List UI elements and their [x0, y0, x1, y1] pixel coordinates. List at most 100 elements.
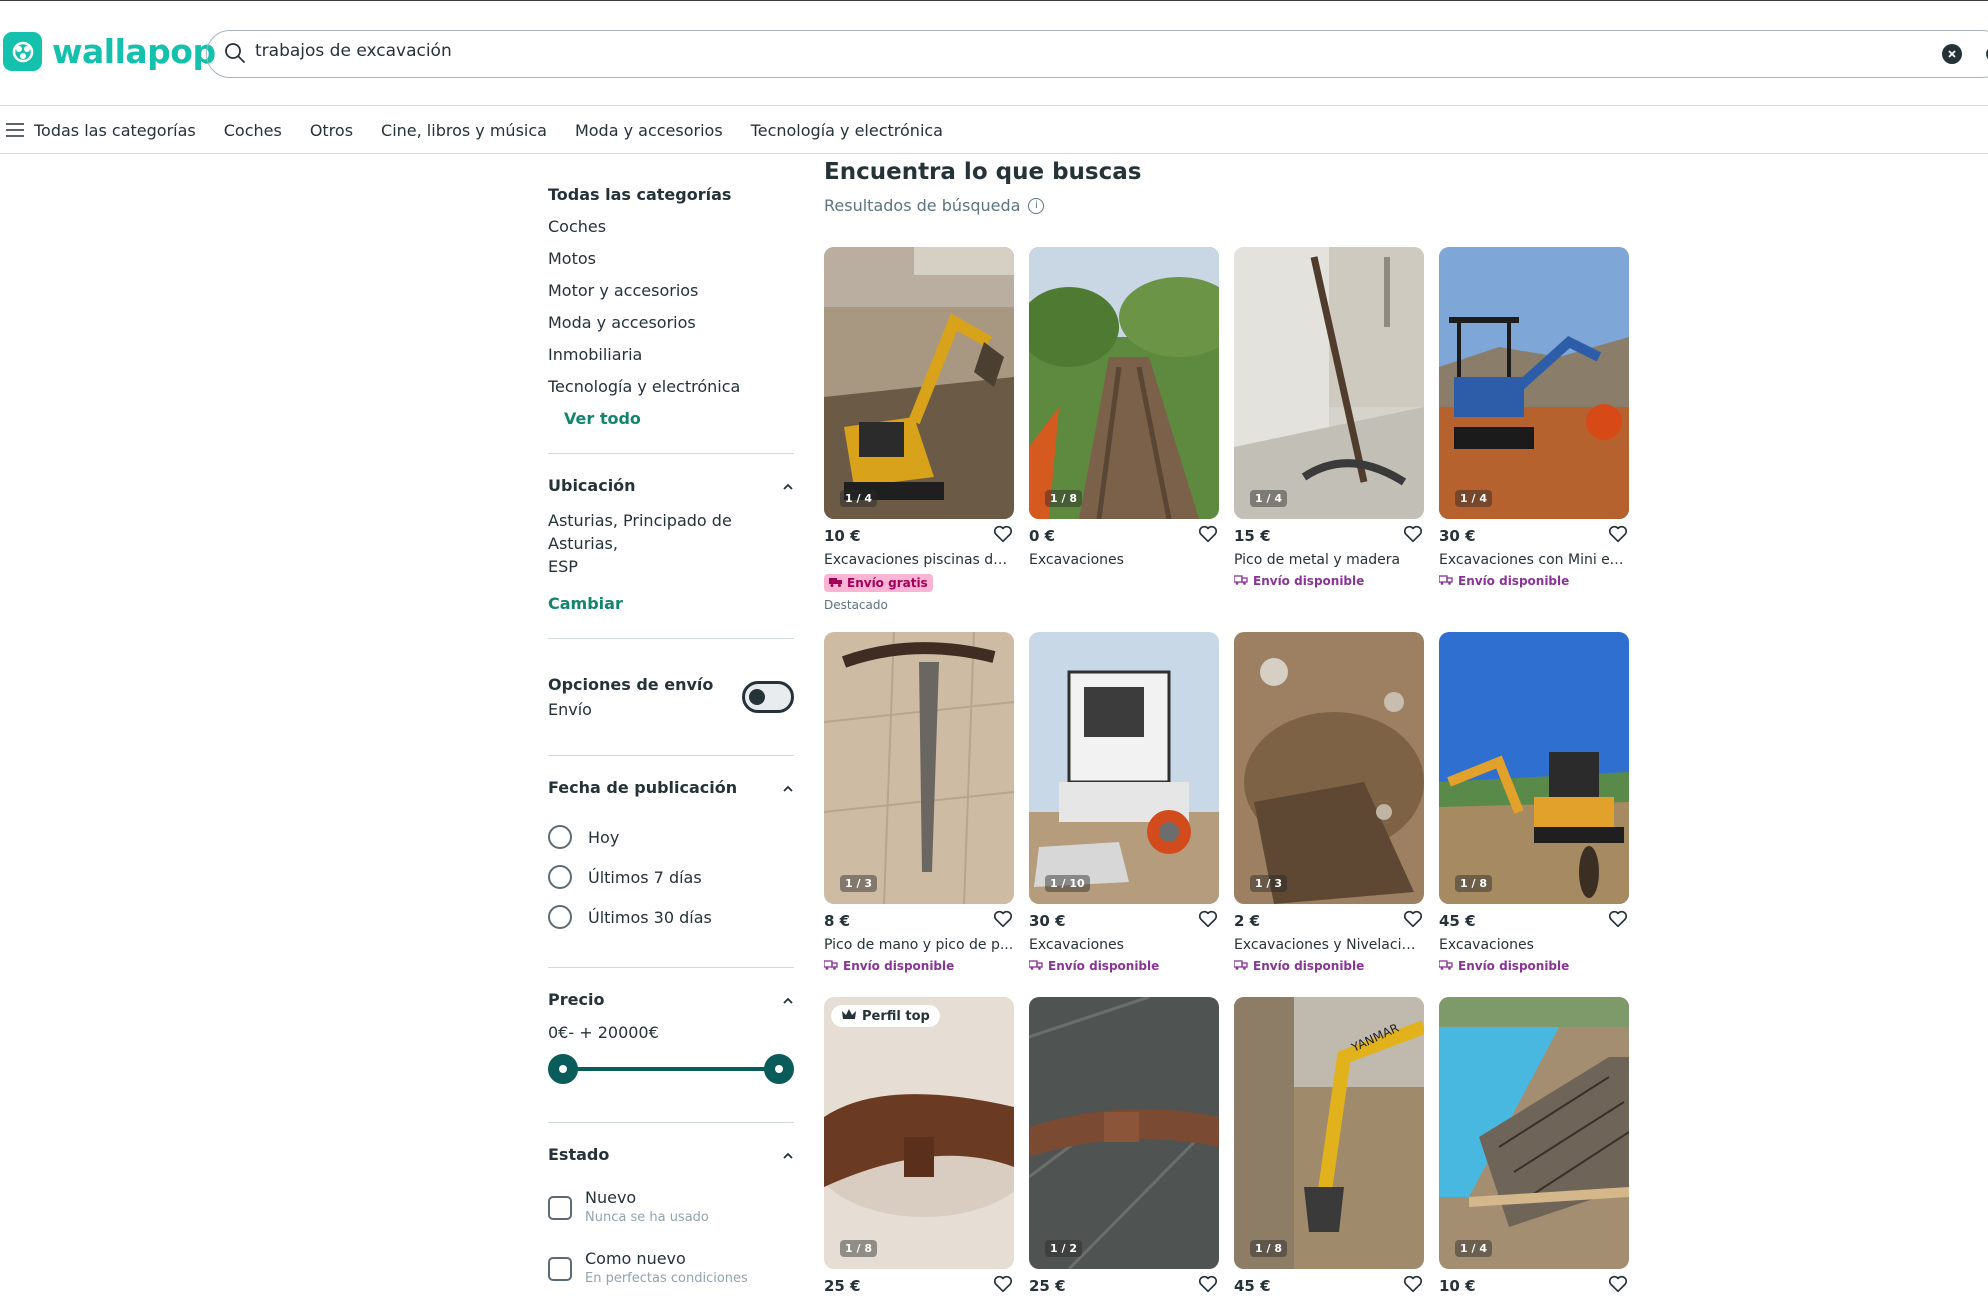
catbar-item-others[interactable]: Otros	[310, 121, 353, 140]
listing-card[interactable]: 1 / 8 0 € Excavaciones	[1029, 247, 1219, 568]
listing-title: Excavaciones piscinas der...	[824, 552, 1014, 568]
logo[interactable]: wallapop	[3, 32, 216, 71]
sidebar-item-real-estate[interactable]: Inmobiliaria	[548, 345, 794, 367]
page-title: Encuentra lo que buscas	[824, 159, 1142, 185]
search-input[interactable]	[255, 41, 1655, 61]
listing-image[interactable]: 1 / 10	[1029, 632, 1219, 904]
catbar-item-cars[interactable]: Coches	[224, 121, 282, 140]
listing-image[interactable]: Perfil top 1 / 8	[824, 997, 1014, 1269]
favorite-heart-icon[interactable]	[1197, 908, 1219, 934]
listing-card[interactable]: YANMAR 1 / 8 45 €	[1234, 997, 1424, 1297]
listing-price: 45 €	[1234, 1277, 1271, 1295]
date-option-30-days[interactable]: Últimos 30 días	[548, 897, 794, 937]
listing-image[interactable]: 1 / 3	[824, 632, 1014, 904]
clear-search-icon[interactable]	[1942, 44, 1962, 64]
top-profile-badge: Perfil top	[831, 1005, 940, 1027]
menu-icon[interactable]	[6, 123, 24, 137]
info-icon[interactable]: i	[1028, 197, 1045, 214]
shipping-toggle[interactable]	[742, 681, 794, 713]
listing-card[interactable]: 1 / 4 15 € Pico de metal y madera Envío …	[1233, 247, 1424, 588]
see-all-link[interactable]: Ver todo	[564, 409, 794, 431]
listing-card[interactable]: 1 / 4 10 €	[1439, 997, 1629, 1297]
listing-title: Pico de mano y pico de p...	[824, 937, 1014, 953]
search-bar[interactable]	[206, 30, 1988, 78]
truck-icon	[829, 576, 843, 590]
listing-card[interactable]: 1 / 8 45 € Excavaciones Envío disponible	[1438, 632, 1629, 973]
favorite-heart-icon[interactable]	[1607, 1273, 1629, 1299]
favorite-heart-icon[interactable]	[1402, 1273, 1424, 1299]
price-section-header[interactable]: Precio	[548, 990, 794, 1009]
sidebar-categories-title[interactable]: Todas las categorías	[548, 185, 794, 207]
condition-option-new[interactable]: Nuevo Nunca se ha usado	[548, 1188, 794, 1225]
catbar-item-cinema-books-music[interactable]: Cine, libros y música	[381, 121, 547, 140]
favorite-heart-icon[interactable]	[1197, 523, 1219, 549]
date-option-7-days[interactable]: Últimos 7 días	[548, 857, 794, 897]
listing-image[interactable]: YANMAR 1 / 8	[1234, 997, 1424, 1269]
listing-image[interactable]: 1 / 2	[1029, 997, 1219, 1269]
truck-icon	[823, 959, 838, 973]
sidebar-item-cars[interactable]: Coches	[548, 217, 794, 239]
sidebar-item-motor-accessories[interactable]: Motor y accesorios	[548, 281, 794, 303]
favorite-heart-icon[interactable]	[992, 908, 1014, 934]
location-title: Ubicación	[548, 476, 636, 495]
radio-button[interactable]	[548, 825, 572, 849]
listing-price: 10 €	[1439, 1277, 1476, 1295]
favorite-heart-icon[interactable]	[1197, 1273, 1219, 1299]
date-options: Hoy Últimos 7 días Últimos 30 días	[548, 817, 794, 937]
chevron-up-icon[interactable]	[782, 778, 794, 797]
listing-image[interactable]: 1 / 3	[1234, 632, 1424, 904]
chevron-up-icon[interactable]	[782, 990, 794, 1009]
slider-min-handle[interactable]	[548, 1054, 578, 1084]
listing-card[interactable]: 1 / 10 30 € Excavaciones Envío disponibl…	[1028, 632, 1219, 973]
price-title: Precio	[548, 990, 605, 1009]
date-option-today[interactable]: Hoy	[548, 817, 794, 857]
sidebar-item-technology[interactable]: Tecnología y electrónica	[548, 377, 794, 399]
listing-image[interactable]: 1 / 8	[1029, 247, 1219, 519]
truck-icon	[1438, 574, 1453, 588]
listing-image[interactable]: 1 / 8	[1439, 632, 1629, 904]
listing-title: Pico de metal y madera	[1234, 552, 1401, 568]
listing-image[interactable]: 1 / 4	[1439, 997, 1629, 1269]
listing-card[interactable]: 1 / 3 8 € Pico de mano y pico de p... En…	[823, 632, 1014, 973]
catbar-item-all[interactable]: Todas las categorías	[34, 121, 196, 140]
shipping-available: Envío disponible	[1438, 959, 1629, 973]
toggle-knob	[749, 689, 765, 705]
divider	[548, 1122, 794, 1123]
search-submit-icon[interactable]	[1983, 43, 1988, 71]
slider-max-handle[interactable]	[764, 1054, 794, 1084]
listing-card[interactable]: 1 / 4 10 € Excavaciones piscinas der... …	[824, 247, 1014, 612]
favorite-heart-icon[interactable]	[1607, 908, 1629, 934]
sidebar-item-motorbikes[interactable]: Motos	[548, 249, 794, 271]
catbar-item-fashion[interactable]: Moda y accesorios	[575, 121, 723, 140]
sidebar-item-fashion[interactable]: Moda y accesorios	[548, 313, 794, 335]
listing-price: 0 €	[1029, 527, 1056, 545]
catbar-item-technology[interactable]: Tecnología y electrónica	[751, 121, 943, 140]
condition-option-like-new[interactable]: Como nuevo En perfectas condiciones	[548, 1249, 794, 1286]
condition-section-header[interactable]: Estado	[548, 1145, 794, 1164]
listing-card[interactable]: 1 / 3 2 € Excavaciones y Nivelacion... E…	[1233, 632, 1424, 973]
listing-image[interactable]: 1 / 4	[1439, 247, 1629, 519]
price-slider[interactable]	[548, 1054, 794, 1084]
favorite-heart-icon[interactable]	[992, 523, 1014, 549]
favorite-heart-icon[interactable]	[1402, 523, 1424, 549]
chevron-up-icon[interactable]	[782, 476, 794, 495]
location-section-header[interactable]: Ubicación	[548, 476, 794, 495]
photo-count: 1 / 8	[840, 1240, 877, 1257]
listing-card[interactable]: 1 / 4 30 € Excavaciones con Mini ex... E…	[1438, 247, 1629, 588]
favorite-heart-icon[interactable]	[1607, 523, 1629, 549]
listing-image[interactable]: 1 / 4	[1234, 247, 1424, 519]
radio-button[interactable]	[548, 865, 572, 889]
favorite-heart-icon[interactable]	[1402, 908, 1424, 934]
checkbox[interactable]	[548, 1257, 572, 1281]
listing-card[interactable]: Perfil top 1 / 8 25 €	[824, 997, 1014, 1297]
listing-title: Excavaciones y Nivelacion...	[1234, 937, 1424, 953]
radio-button[interactable]	[548, 905, 572, 929]
change-location-link[interactable]: Cambiar	[548, 594, 794, 616]
favorite-heart-icon[interactable]	[992, 1273, 1014, 1299]
listing-image[interactable]: 1 / 4	[824, 247, 1014, 519]
listing-price: 45 €	[1439, 912, 1476, 930]
date-section-header[interactable]: Fecha de publicación	[548, 778, 794, 797]
chevron-up-icon[interactable]	[782, 1145, 794, 1164]
listing-card[interactable]: 1 / 2 25 €	[1029, 997, 1219, 1297]
checkbox[interactable]	[548, 1196, 572, 1220]
